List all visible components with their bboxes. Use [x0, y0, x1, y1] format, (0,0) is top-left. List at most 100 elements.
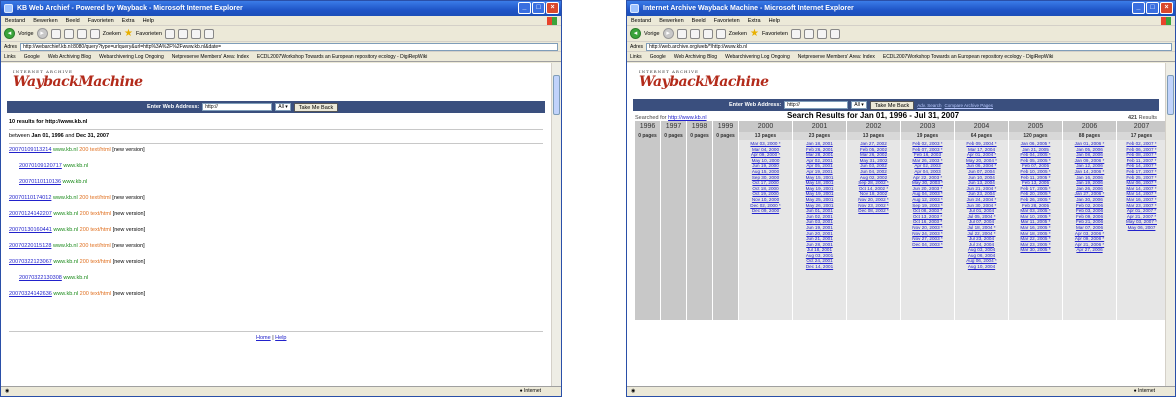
search-label[interactable]: Zoeken [729, 31, 747, 37]
link-log[interactable]: Webarchivering Log Ongoing [99, 54, 164, 60]
timestamp-link[interactable]: 20070110110136 [19, 179, 61, 185]
home-link[interactable]: Home [256, 335, 271, 341]
menu-tools[interactable]: Extra [122, 16, 135, 25]
link-google[interactable]: Google [24, 54, 40, 60]
year-header[interactable]: 1996 [635, 121, 660, 132]
menu-file[interactable]: Bestand [5, 16, 25, 25]
favorites-star-icon[interactable]: ★ [750, 28, 759, 39]
link-netpreserve[interactable]: Netpreserve Members' Area: Index [798, 54, 875, 60]
mail-icon[interactable] [190, 28, 201, 39]
back-label[interactable]: Vorige [644, 31, 660, 37]
search-label[interactable]: Zoeken [103, 31, 121, 37]
capture-date-link[interactable]: May 06, 2007 [1117, 225, 1166, 231]
date-select[interactable]: All ▾ [851, 101, 867, 109]
minimize-button[interactable]: _ [518, 2, 531, 14]
year-header[interactable]: 2007 [1117, 121, 1166, 132]
capture-date-link[interactable]: Dec 08, 2002 * [847, 208, 900, 214]
menu-favorites[interactable]: Favorieten [88, 16, 114, 25]
favorites-label[interactable]: Favorieten [136, 31, 162, 37]
home-icon[interactable] [702, 28, 713, 39]
maximize-button[interactable]: □ [1146, 2, 1159, 14]
back-label[interactable]: Vorige [18, 31, 34, 37]
history-icon[interactable] [177, 28, 188, 39]
print-icon[interactable] [829, 28, 840, 39]
refresh-icon[interactable] [63, 28, 74, 39]
favorites-label[interactable]: Favorieten [762, 31, 788, 37]
back-arrow-icon[interactable]: ◂ [4, 28, 15, 39]
take-me-back-button[interactable]: Take Me Back [293, 102, 339, 112]
link-blog[interactable]: Web Archiving Blog [674, 54, 717, 60]
timestamp-link[interactable]: 20070109120717 [19, 163, 62, 169]
help-link[interactable]: Help [275, 335, 286, 341]
search-icon[interactable] [89, 28, 100, 39]
menu-edit[interactable]: Bewerken [659, 16, 683, 25]
year-header[interactable]: 1997 [661, 121, 686, 132]
year-header[interactable]: 2004 [955, 121, 1008, 132]
url-input[interactable]: http:// [784, 101, 849, 109]
media-icon[interactable] [164, 28, 175, 39]
capture-date-link[interactable]: Aug 10, 2004 [955, 264, 1008, 270]
compare-link[interactable]: Compare Archive Pages [944, 103, 993, 108]
date-select[interactable]: All ▾ [275, 103, 291, 111]
timestamp-link[interactable]: 20070124142207 [9, 211, 52, 217]
menu-favorites[interactable]: Favorieten [714, 16, 740, 25]
menu-help[interactable]: Help [143, 16, 154, 25]
menu-help[interactable]: Help [769, 16, 780, 25]
print-icon[interactable] [203, 28, 214, 39]
take-me-back-button[interactable]: Take Me Back [869, 100, 915, 110]
capture-date-link[interactable]: Mar 30, 2005 * [1009, 247, 1062, 253]
menu-view[interactable]: Beeld [692, 16, 706, 25]
vertical-scrollbar[interactable] [1165, 63, 1175, 386]
year-header[interactable]: 2001 [793, 121, 846, 132]
address-input[interactable]: http://web.archive.org/web/*/http://www.… [646, 42, 1172, 51]
year-header[interactable]: 2005 [1009, 121, 1062, 132]
address-input[interactable]: http://webarchief.kb.nl:8080/query?type=… [20, 42, 558, 51]
capture-date-link[interactable]: Dec 09, 2000 [739, 208, 792, 214]
year-header[interactable]: 2003 [901, 121, 954, 132]
link-blog[interactable]: Web Archiving Blog [48, 54, 91, 60]
menu-view[interactable]: Beeld [66, 16, 80, 25]
vertical-scrollbar[interactable] [551, 63, 561, 386]
year-header[interactable]: 2002 [847, 121, 900, 132]
capture-date-link[interactable]: Dec 14, 2001 [793, 264, 846, 270]
year-header[interactable]: 1998 [687, 121, 712, 132]
timestamp-link[interactable]: 20070324142636 [9, 291, 52, 297]
timestamp-link[interactable]: 20070322123067 [9, 259, 52, 265]
media-icon[interactable] [790, 28, 801, 39]
link-log[interactable]: Webarchivering Log Ongoing [725, 54, 790, 60]
close-button[interactable]: × [1160, 2, 1173, 14]
home-icon[interactable] [76, 28, 87, 39]
back-arrow-icon[interactable]: ◂ [630, 28, 641, 39]
history-icon[interactable] [803, 28, 814, 39]
menu-edit[interactable]: Bewerken [33, 16, 57, 25]
refresh-icon[interactable] [689, 28, 700, 39]
maximize-button[interactable]: □ [532, 2, 545, 14]
timestamp-link[interactable]: 20070110174012 [9, 195, 51, 201]
adv-search-link[interactable]: Adv. Search [917, 103, 941, 108]
timestamp-link[interactable]: 20070220115128 [9, 243, 51, 249]
forward-arrow-icon[interactable]: ▸ [36, 28, 48, 39]
year-header[interactable]: 1999 [713, 121, 738, 132]
link-google[interactable]: Google [650, 54, 666, 60]
favorites-star-icon[interactable]: ★ [124, 28, 133, 39]
scroll-thumb[interactable] [1167, 75, 1174, 115]
close-button[interactable]: × [546, 2, 559, 14]
stop-icon[interactable] [50, 28, 61, 39]
year-header[interactable]: 2006 [1063, 121, 1116, 132]
search-icon[interactable] [715, 28, 726, 39]
scroll-thumb[interactable] [553, 75, 560, 115]
timestamp-link[interactable]: 20070322130308 [19, 275, 62, 281]
link-ecdl[interactable]: ECDL2007Workshop Towards an European rep… [883, 54, 1053, 60]
timestamp-link[interactable]: 20070109113214 [9, 147, 51, 153]
menu-tools[interactable]: Extra [748, 16, 761, 25]
minimize-button[interactable]: _ [1132, 2, 1145, 14]
year-header[interactable]: 2000 [739, 121, 792, 132]
stop-icon[interactable] [676, 28, 687, 39]
mail-icon[interactable] [816, 28, 827, 39]
link-ecdl[interactable]: ECDL2007Workshop Towards an European rep… [257, 54, 427, 60]
capture-date-link[interactable]: Dec 04, 2003 * [901, 242, 954, 248]
url-input[interactable]: http:// [202, 103, 273, 111]
capture-date-link[interactable]: Apr 27, 2006 [1063, 247, 1116, 253]
link-netpreserve[interactable]: Netpreserve Members' Area: Index [172, 54, 249, 60]
timestamp-link[interactable]: 20070130160441 [9, 227, 52, 233]
